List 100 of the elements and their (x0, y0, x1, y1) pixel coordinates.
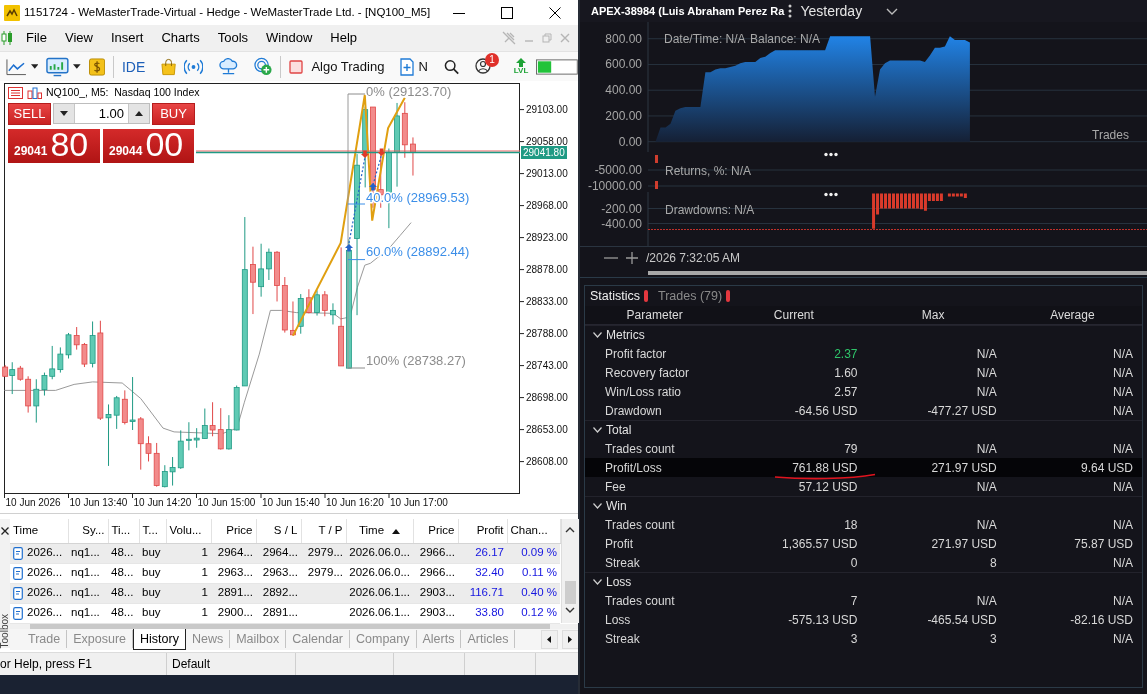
table-row[interactable]: Profit 1,365.57 USD 271.97 USD 75.87 USD (585, 534, 1142, 553)
menu-item[interactable]: Charts (152, 28, 209, 48)
menu-item[interactable]: Help (321, 28, 367, 48)
bid-price-button[interactable]: 29041 80 (8, 129, 100, 163)
column-header[interactable]: Ti... (108, 519, 139, 543)
close-icon[interactable] (549, 6, 561, 19)
scroll-right-button[interactable] (561, 629, 579, 649)
group-header[interactable]: Loss (585, 572, 1142, 591)
menu-item[interactable]: Tools (208, 28, 258, 48)
cloud-icon[interactable] (219, 57, 239, 76)
column-header[interactable]: Parameter (585, 306, 725, 324)
table-row[interactable]: 2026... nq1... 48... buy 1 2900... 2891... 2026.06.1... 2903... 33.80 0.12 % (10, 603, 560, 623)
volume-field[interactable]: 1.00 (74, 104, 129, 123)
ask-price-button[interactable]: 29044 00 (103, 129, 194, 163)
column-header[interactable]: S / L (256, 519, 301, 543)
tab[interactable]: Statistics (590, 286, 640, 306)
column-header[interactable]: Time (346, 519, 413, 543)
column-header[interactable]: Price (413, 519, 458, 543)
table-row[interactable]: Win/Loss ratio 2.57 N/A N/A (585, 382, 1142, 401)
tab[interactable]: History (133, 628, 186, 650)
table-row[interactable]: Trades count 18 N/A N/A (585, 515, 1142, 534)
table-cell-text: Loss (604, 611, 632, 629)
window-title: 1151724 - WeMasterTrade-Virtual - Hedge - WeMasterTrade Ltd. - [NQ100_M5] (24, 4, 431, 20)
dollar-icon[interactable] (88, 57, 105, 76)
table-cell-text: Trades count (604, 592, 676, 610)
menu-item[interactable]: File (17, 28, 56, 48)
chevron-down-icon[interactable] (565, 607, 575, 613)
column-header[interactable]: Time (10, 519, 68, 543)
search-icon[interactable] (443, 58, 459, 75)
drag-handle-icon[interactable] (824, 152, 838, 157)
document-plus-icon (400, 57, 415, 76)
column-header[interactable]: Average (1002, 306, 1142, 324)
price-axis-label: 28743.00 (526, 360, 568, 372)
table-cell-text: Profit (604, 535, 634, 553)
sell-button[interactable]: SELL (8, 103, 51, 125)
increase-button[interactable] (129, 104, 149, 123)
candles-icon[interactable] (1, 30, 13, 46)
decrease-button[interactable] (54, 104, 74, 123)
chevron-up-icon[interactable] (565, 527, 575, 533)
column-header[interactable]: T... (139, 519, 166, 543)
time-axis-label: 10 Jun 13:40 (69, 497, 128, 508)
group-header[interactable]: Metrics (585, 325, 1142, 344)
table-row[interactable]: 2026... nq1... 48... buy 1 2963... 2963... 2979... 2026.06.0... 2966... 32.40 0.11 % (10, 563, 560, 583)
table-cell-text: N/A (1112, 478, 1134, 496)
price-axis-label: 28833.00 (526, 296, 568, 308)
zoom-in-icon[interactable] (626, 251, 638, 264)
scrollbar[interactable] (580, 268, 1147, 278)
price-axis-label: 28653.00 (526, 424, 568, 436)
table-cell: 2964... (211, 543, 256, 563)
table-row[interactable]: Streak 0 8 N/A (585, 553, 1142, 572)
group-header[interactable]: Win (585, 496, 1142, 515)
column-header[interactable]: T / P (301, 519, 346, 543)
signal-icon[interactable] (184, 58, 204, 75)
shopping-bag-icon[interactable] (161, 57, 177, 76)
table-row[interactable]: 2026... nq1... 48... buy 1 2891... 2892... 2026.06.1... 2903... 116.71 0.40 % (10, 583, 560, 603)
maximize-icon[interactable] (501, 6, 513, 19)
table-row[interactable]: Loss -575.13 USD -465.54 USD -82.16 USD (585, 610, 1142, 629)
close-icon[interactable] (1, 527, 9, 535)
more-icon[interactable] (788, 4, 793, 18)
list-icon[interactable] (8, 86, 23, 99)
caret-icon[interactable] (73, 64, 81, 69)
drag-handle-icon[interactable] (824, 192, 838, 197)
period-dropdown[interactable]: Yesterday (800, 0, 899, 22)
column-header[interactable]: Chan... (507, 519, 560, 543)
scrollbar-thumb[interactable] (648, 271, 1147, 275)
column-header[interactable]: Sy... (68, 519, 108, 543)
table-row[interactable]: 2026... nq1... 48... buy 1 2964... 2964... 2979... 2026.06.0... 2966... 26.17 0.09 % (10, 543, 560, 563)
menu-item[interactable]: Window (257, 28, 322, 48)
scrollbar-thumb[interactable] (564, 581, 576, 604)
table-row[interactable]: Trades count 7 N/A N/A (585, 591, 1142, 610)
table-row[interactable]: Recovery factor 1.60 N/A N/A (585, 363, 1142, 382)
column-header[interactable]: Current (724, 306, 864, 324)
column-header[interactable]: Profit (458, 519, 507, 543)
table-row[interactable]: Profit factor 2.37 N/A N/A (585, 344, 1142, 363)
table-row[interactable]: Streak 3 3 N/A (585, 629, 1142, 648)
tab[interactable]: Trades (79) (658, 286, 723, 306)
menu-item[interactable]: Insert (101, 28, 153, 48)
ide-button[interactable]: IDE (121, 57, 146, 76)
column-header[interactable]: Price (211, 519, 256, 543)
table-row[interactable]: Fee 57.12 USD N/A N/A (585, 477, 1142, 496)
target-plus-icon[interactable] (254, 57, 273, 76)
table-cell-text: 57.12 USD (797, 478, 859, 496)
user-icon[interactable] (475, 58, 491, 75)
new-order-button[interactable]: N (400, 57, 428, 76)
scroll-left-button[interactable] (540, 629, 558, 649)
buy-button[interactable]: BUY (152, 103, 195, 125)
table-row[interactable]: Trades count 79 N/A N/A (585, 439, 1142, 458)
group-header[interactable]: Total (585, 420, 1142, 439)
chart-info-text: Returns, %: N/A (665, 164, 752, 178)
column-header[interactable]: Volu... (166, 519, 211, 543)
line-chart-icon[interactable] (6, 57, 27, 76)
table-row[interactable]: Profit/Loss 761.88 USD 271.97 USD 9.64 USD (585, 458, 1142, 477)
bar-chart-icon[interactable] (27, 86, 42, 99)
caret-icon[interactable] (30, 64, 39, 69)
algo-trading-button[interactable]: Algo Trading (289, 57, 385, 76)
table-row[interactable]: Drawdown -64.56 USD -477.27 USD N/A (585, 401, 1142, 420)
monitor-chart-icon[interactable] (46, 56, 70, 77)
menu-item[interactable]: View (55, 28, 102, 48)
table-cell-text: N/A (1112, 630, 1134, 648)
column-header[interactable]: Max (863, 306, 1003, 324)
